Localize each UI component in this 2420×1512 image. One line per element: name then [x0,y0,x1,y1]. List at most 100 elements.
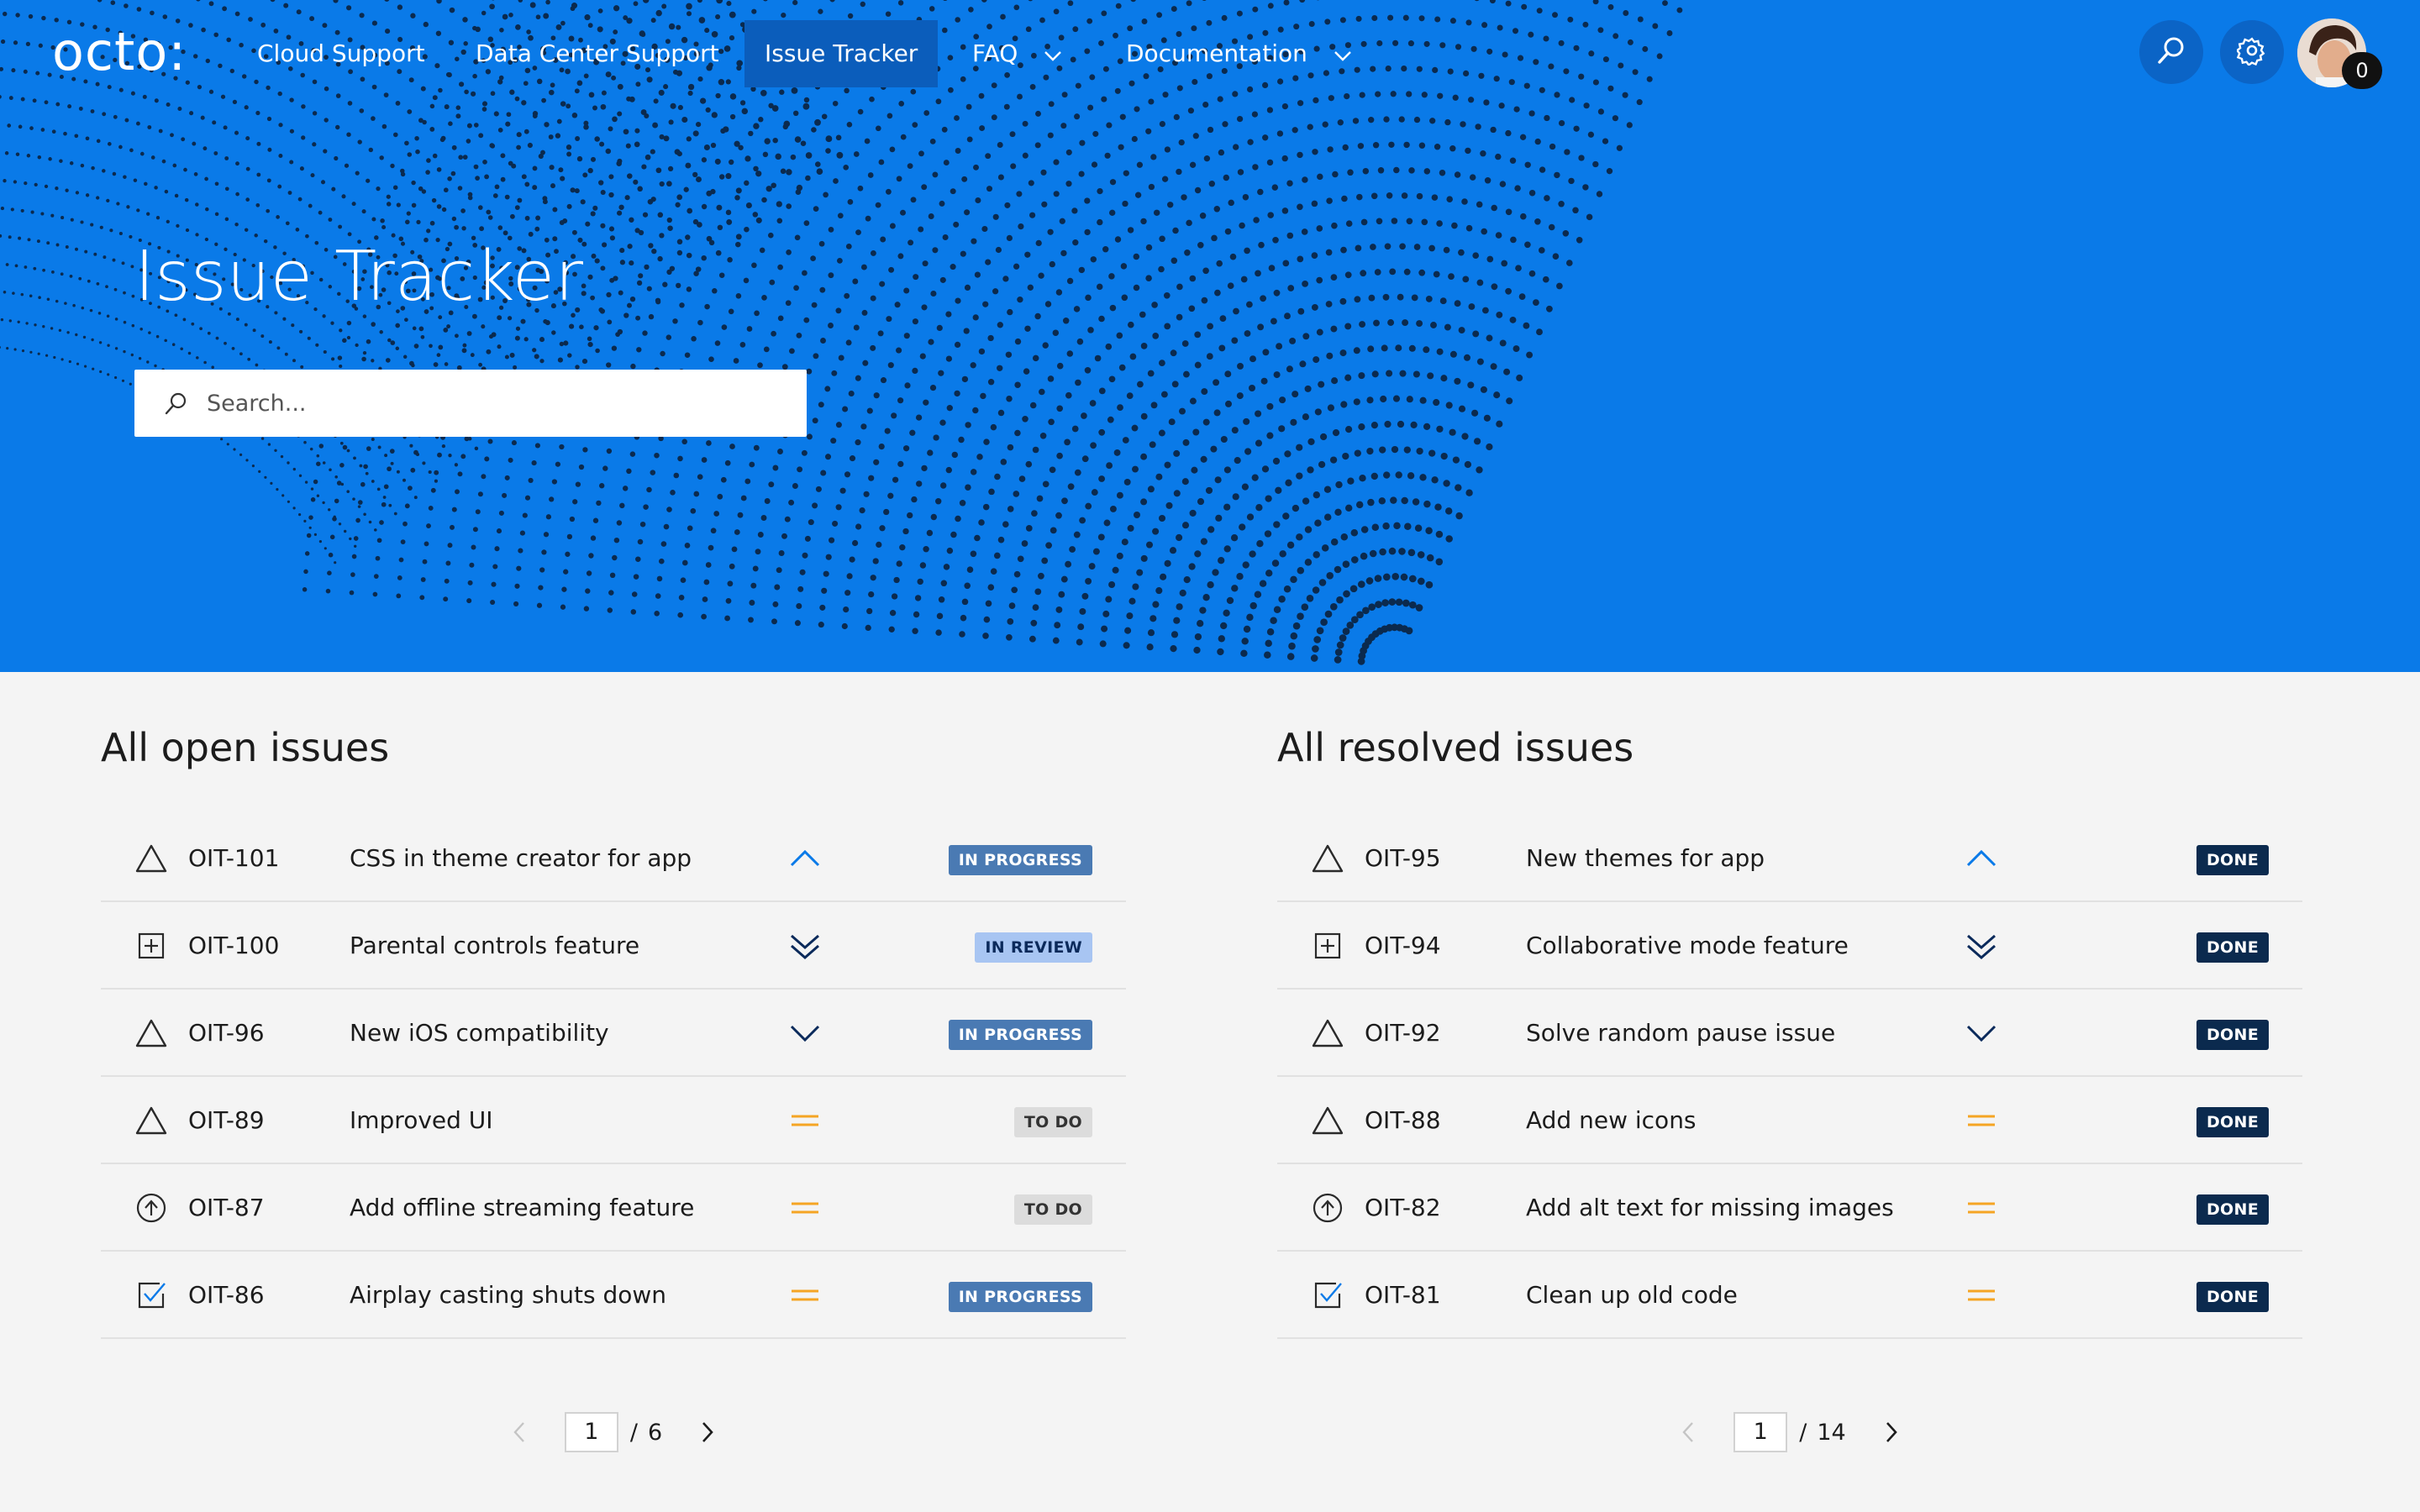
search-bar[interactable] [134,370,807,437]
equals-priority-icon [786,1102,823,1139]
bug-icon [1311,1016,1344,1050]
double-chevron-down-icon [1963,927,2000,964]
issue-title[interactable]: Clean up old code [1526,1252,1738,1339]
issue-key[interactable]: OIT-100 [188,902,279,990]
current-page-input[interactable]: 1 [1733,1412,1788,1452]
nav-data-center-support[interactable]: Data Center Support [455,20,739,87]
issue-row[interactable]: OIT-81 Clean up old code DONE [1277,1252,2302,1339]
open-issues-title: All open issues [101,725,390,770]
current-page-input[interactable]: 1 [564,1412,618,1452]
bug-icon [134,842,168,875]
notification-badge: 0 [2342,52,2382,89]
issue-key[interactable]: OIT-94 [1365,902,1441,990]
chevron-up-icon [1963,840,2000,877]
issue-title[interactable]: Collaborative mode feature [1526,902,1849,990]
settings-button[interactable] [2220,20,2284,84]
issue-title[interactable]: New iOS compatibility [350,990,609,1077]
issue-row[interactable]: OIT-82 Add alt text for missing images DON… [1277,1164,2302,1252]
issue-title[interactable]: New themes for app [1526,815,1765,902]
issue-title[interactable]: Add new icons [1526,1077,1697,1164]
hero-banner: octo: Cloud Support Data Center Support … [0,0,2420,672]
bug-icon [134,1104,168,1137]
page-separator: / [629,1419,638,1446]
nav-data-center-support-label: Data Center Support [476,39,719,67]
issue-row[interactable]: OIT-87 Add offline streaming feature TO DO [101,1164,1126,1252]
open-issues-section: All open issues OIT-101 CSS in theme crea… [101,722,1126,1452]
search-input[interactable] [207,390,744,417]
issue-title[interactable]: Add offline streaming feature [350,1164,694,1252]
issue-key[interactable]: OIT-89 [188,1077,265,1164]
improvement-icon [134,1191,168,1225]
issue-key[interactable]: OIT-88 [1365,1077,1441,1164]
task-icon [134,1278,168,1312]
status-badge: DONE [2196,1107,2269,1137]
next-page-button[interactable] [691,1415,724,1449]
search-button[interactable] [2139,20,2203,84]
chevron-down-icon [1963,1015,2000,1052]
status-badge: IN PROGRESS [948,1282,1092,1312]
chevron-down-icon [786,1015,823,1052]
issue-key[interactable]: OIT-96 [188,990,265,1077]
status-badge: DONE [2196,1020,2269,1050]
nav-cloud-support-label: Cloud Support [257,39,425,67]
nav-faq[interactable]: FAQ [952,20,1082,87]
issue-row[interactable]: OIT-88 Add new icons DONE [1277,1077,2302,1164]
issue-title[interactable]: Solve random pause issue [1526,990,1835,1077]
new-feature-icon [1311,929,1344,963]
resolved-issues-title: All resolved issues [1277,725,1634,770]
nav-documentation-label: Documentation [1126,39,1307,67]
open-issues-pagination: 1 / 6 [101,1411,1126,1453]
issue-row[interactable]: OIT-94 Collaborative mode feature DONE [1277,902,2302,990]
octo-logo[interactable]: octo: [52,22,187,82]
issue-title[interactable]: Improved UI [350,1077,493,1164]
equals-priority-icon [786,1189,823,1226]
resolved-issues-list: OIT-95 New themes for app DONE OIT-94 Collab… [1277,815,2302,1339]
new-feature-icon [134,929,168,963]
status-badge: TO DO [1013,1107,1092,1137]
nav-cloud-support[interactable]: Cloud Support [237,20,445,87]
next-page-button[interactable] [1875,1415,1908,1449]
chevron-up-icon [786,840,823,877]
issue-row[interactable]: OIT-101 CSS in theme creator for app IN PR… [101,815,1126,902]
issue-row[interactable]: OIT-96 New iOS compatibility IN PROGRESS [101,990,1126,1077]
nav-documentation[interactable]: Documentation [1106,20,1372,87]
status-badge: IN REVIEW [975,932,1092,963]
nav-issue-tracker[interactable]: Issue Tracker [744,20,939,87]
total-pages: 6 [647,1419,663,1446]
chevron-right-icon [702,1422,713,1442]
issue-title[interactable]: CSS in theme creator for app [350,815,692,902]
issue-row[interactable]: OIT-92 Solve random pause issue DONE [1277,990,2302,1077]
equals-priority-icon [1963,1189,2000,1226]
bug-icon [1311,1104,1344,1137]
issue-key[interactable]: OIT-95 [1365,815,1441,902]
search-icon [163,391,188,416]
chevron-down-icon [1044,21,1062,88]
resolved-issues-pagination: 1 / 14 [1277,1411,2302,1453]
improvement-icon [1311,1191,1344,1225]
resolved-issues-section: All resolved issues OIT-95 New themes for… [1277,722,2302,1452]
issue-key[interactable]: OIT-86 [188,1252,265,1339]
status-badge: DONE [2196,1282,2269,1312]
chevron-left-icon [513,1422,524,1442]
issue-key[interactable]: OIT-81 [1365,1252,1441,1339]
issue-row[interactable]: OIT-86 Airplay casting shuts down IN PROGR… [101,1252,1126,1339]
issue-title[interactable]: Add alt text for missing images [1526,1164,1894,1252]
issue-title[interactable]: Airplay casting shuts down [350,1252,666,1339]
issue-key[interactable]: OIT-92 [1365,990,1441,1077]
nav-faq-label: FAQ [972,39,1018,67]
status-badge: DONE [2196,932,2269,963]
previous-page-button[interactable] [1671,1415,1705,1449]
page: octo: Cloud Support Data Center Support … [0,0,2420,1512]
issue-title[interactable]: Parental controls feature [350,902,639,990]
issue-row[interactable]: OIT-95 New themes for app DONE [1277,815,2302,902]
issue-key[interactable]: OIT-101 [188,815,279,902]
issue-key[interactable]: OIT-87 [188,1164,265,1252]
issue-key[interactable]: OIT-82 [1365,1164,1441,1252]
issue-row[interactable]: OIT-100 Parental controls feature IN REVIE… [101,902,1126,990]
open-issues-list: OIT-101 CSS in theme creator for app IN PR… [101,815,1126,1339]
previous-page-button[interactable] [502,1415,536,1449]
nav-issue-tracker-label: Issue Tracker [765,39,918,67]
chevron-left-icon [1682,1422,1694,1442]
task-icon [1311,1278,1344,1312]
issue-row[interactable]: OIT-89 Improved UI TO DO [101,1077,1126,1164]
